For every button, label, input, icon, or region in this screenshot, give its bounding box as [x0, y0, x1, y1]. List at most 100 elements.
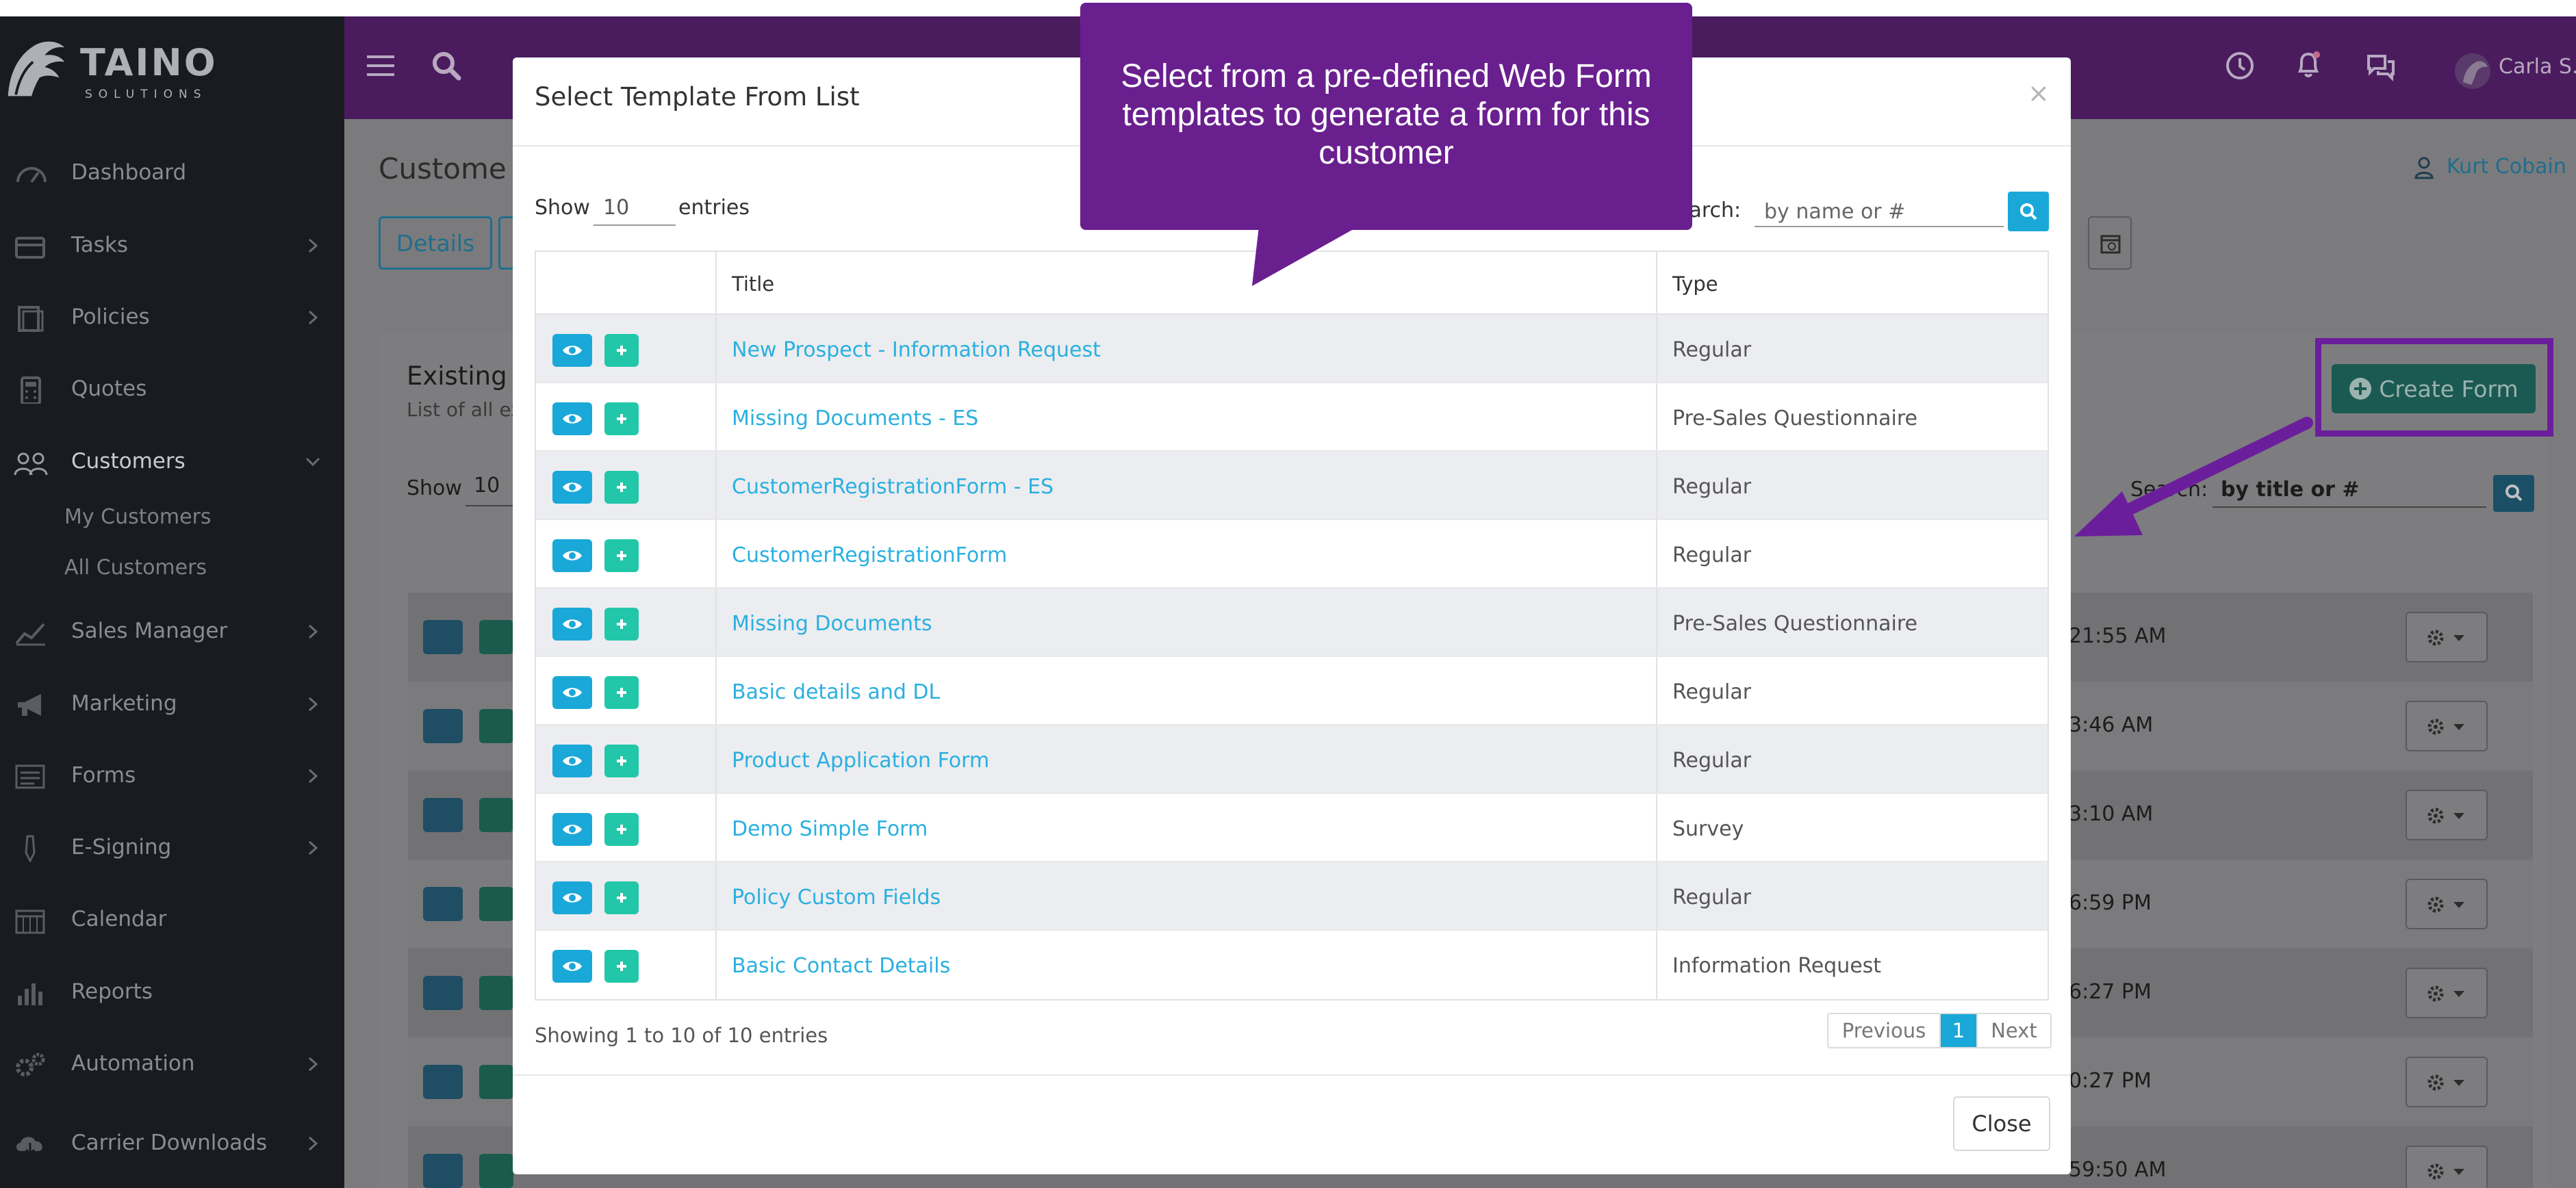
template-title-link[interactable]: Product Application Form	[732, 749, 989, 773]
bg-view-button[interactable]	[423, 976, 463, 1010]
template-title-link[interactable]: New Prospect - Information Request	[732, 338, 1101, 362]
column-header-title[interactable]: Title	[732, 272, 774, 296]
sidebar-item-forms[interactable]: Forms	[0, 749, 344, 804]
hamburger-menu-icon[interactable]	[364, 49, 397, 82]
preview-template-button[interactable]	[552, 881, 592, 914]
bg-row-actions-button[interactable]	[2406, 790, 2488, 840]
preview-template-button[interactable]	[552, 813, 592, 846]
pagination-page-1[interactable]: 1	[1941, 1014, 1976, 1047]
bg-show-select[interactable]: 10	[466, 474, 520, 506]
assigned-user-link[interactable]: Kurt Cobain	[2447, 155, 2566, 179]
template-title-link[interactable]: Demo Simple Form	[732, 817, 928, 841]
sidebar-item-carrier-downloads[interactable]: Carrier Downloads	[0, 1117, 344, 1172]
preview-template-button[interactable]	[552, 950, 592, 983]
bg-send-button[interactable]	[479, 976, 513, 1010]
bg-send-button[interactable]	[479, 798, 513, 832]
modal-close-x-button[interactable]: ×	[2028, 78, 2050, 108]
add-template-button[interactable]	[604, 813, 639, 846]
bg-send-button[interactable]	[479, 620, 513, 654]
bg-view-button[interactable]	[423, 798, 463, 832]
bg-view-button[interactable]	[423, 1065, 463, 1099]
chevron-right-icon	[308, 1057, 318, 1072]
bg-row-actions-button[interactable]	[2406, 701, 2488, 751]
add-template-button[interactable]	[604, 402, 639, 435]
preview-template-button[interactable]	[552, 334, 592, 367]
bg-row-actions-button[interactable]	[2406, 1057, 2488, 1107]
add-template-button[interactable]	[604, 950, 639, 983]
bg-view-button[interactable]	[423, 709, 463, 743]
table-body: New Prospect - Information Request Regula…	[536, 315, 2048, 999]
bg-send-button[interactable]	[479, 709, 513, 743]
column-header-type[interactable]: Type	[1672, 272, 1718, 296]
bell-icon[interactable]	[2292, 48, 2325, 81]
add-template-button[interactable]	[604, 539, 639, 572]
sidebar-item-tasks[interactable]: Tasks	[0, 219, 344, 274]
pagination-next[interactable]: Next	[1976, 1014, 2050, 1047]
search-icon[interactable]	[430, 49, 463, 82]
close-button[interactable]: Close	[1953, 1096, 2050, 1151]
template-title-link[interactable]: CustomerRegistrationForm	[732, 543, 1007, 567]
details-button[interactable]: Details	[379, 216, 492, 270]
sidebar-item-marketing[interactable]: Marketing	[0, 677, 344, 732]
sidebar-item-label: Automation	[71, 1051, 195, 1076]
bg-send-button[interactable]	[479, 1154, 513, 1188]
add-template-button[interactable]	[604, 471, 639, 504]
gear-icon	[2427, 985, 2464, 1002]
preview-template-button[interactable]	[552, 745, 592, 777]
clock-icon[interactable]	[2223, 49, 2256, 82]
brand-logo[interactable]: TAINO SOLUTIONS	[0, 16, 344, 119]
template-title-link[interactable]: CustomerRegistrationForm - ES	[732, 475, 1054, 499]
sidebar-item-e-signing[interactable]: E-Signing	[0, 821, 344, 876]
add-template-button[interactable]	[604, 676, 639, 709]
sidebar-subitem-my-customers[interactable]: My Customers	[64, 505, 212, 529]
bg-view-button[interactable]	[423, 620, 463, 654]
bg-search-button[interactable]	[2493, 475, 2534, 512]
page-length-select[interactable]: 10	[594, 189, 676, 226]
preview-template-button[interactable]	[552, 471, 592, 504]
avatar[interactable]	[2453, 52, 2492, 90]
preview-template-button[interactable]	[552, 608, 592, 641]
sidebar-item-automation[interactable]: Automation	[0, 1037, 344, 1092]
create-form-button[interactable]: Create Form	[2332, 364, 2536, 413]
calendar-button[interactable]	[2088, 216, 2132, 270]
sidebar-subitem-all-customers[interactable]: All Customers	[64, 556, 207, 580]
show-label: Show	[535, 196, 590, 220]
sidebar-item-dashboard[interactable]: Dashboard	[0, 146, 344, 201]
template-search-button[interactable]	[2008, 192, 2049, 231]
bg-send-button[interactable]	[479, 887, 513, 921]
bg-row-actions-button[interactable]	[2406, 879, 2488, 929]
calendar-icon	[15, 909, 45, 934]
add-template-button[interactable]	[604, 608, 639, 641]
template-title-link[interactable]: Missing Documents - ES	[732, 406, 978, 430]
sidebar-item-customers[interactable]: Customers	[0, 435, 344, 490]
bg-row-actions-button[interactable]	[2406, 968, 2488, 1018]
table-row: Missing Documents Pre-Sales Questionnaire	[536, 589, 2048, 657]
sidebar-item-policies[interactable]: Policies	[0, 291, 344, 346]
bg-row-actions-button[interactable]	[2406, 612, 2488, 662]
bg-view-button[interactable]	[423, 887, 463, 921]
template-title-link[interactable]: Policy Custom Fields	[732, 886, 941, 909]
add-template-button[interactable]	[604, 334, 639, 367]
bg-row-actions-button[interactable]	[2406, 1146, 2488, 1188]
sidebar-item-reports[interactable]: Reports	[0, 966, 344, 1020]
header-user-name[interactable]: Carla S.	[2499, 55, 2576, 79]
template-title-link[interactable]: Basic Contact Details	[732, 954, 950, 978]
preview-template-button[interactable]	[552, 402, 592, 435]
preview-template-button[interactable]	[552, 539, 592, 572]
template-title-link[interactable]: Basic details and DL	[732, 680, 940, 704]
template-title-link[interactable]: Missing Documents	[732, 612, 932, 636]
logo-mark-icon	[8, 41, 65, 96]
add-template-button[interactable]	[604, 881, 639, 914]
bg-send-button[interactable]	[479, 1065, 513, 1099]
bg-view-button[interactable]	[423, 1154, 463, 1188]
eye-icon	[563, 825, 582, 834]
pagination-previous[interactable]: Previous	[1828, 1014, 1941, 1047]
template-search-input[interactable]	[1755, 190, 2004, 227]
add-template-button[interactable]	[604, 745, 639, 777]
eye-icon	[563, 346, 582, 355]
sidebar-item-calendar[interactable]: Calendar	[0, 893, 344, 948]
preview-template-button[interactable]	[552, 676, 592, 709]
sidebar-item-quotes[interactable]: Quotes	[0, 363, 344, 417]
chat-icon[interactable]	[2364, 49, 2397, 82]
sidebar-item-sales-manager[interactable]: Sales Manager	[0, 605, 344, 660]
